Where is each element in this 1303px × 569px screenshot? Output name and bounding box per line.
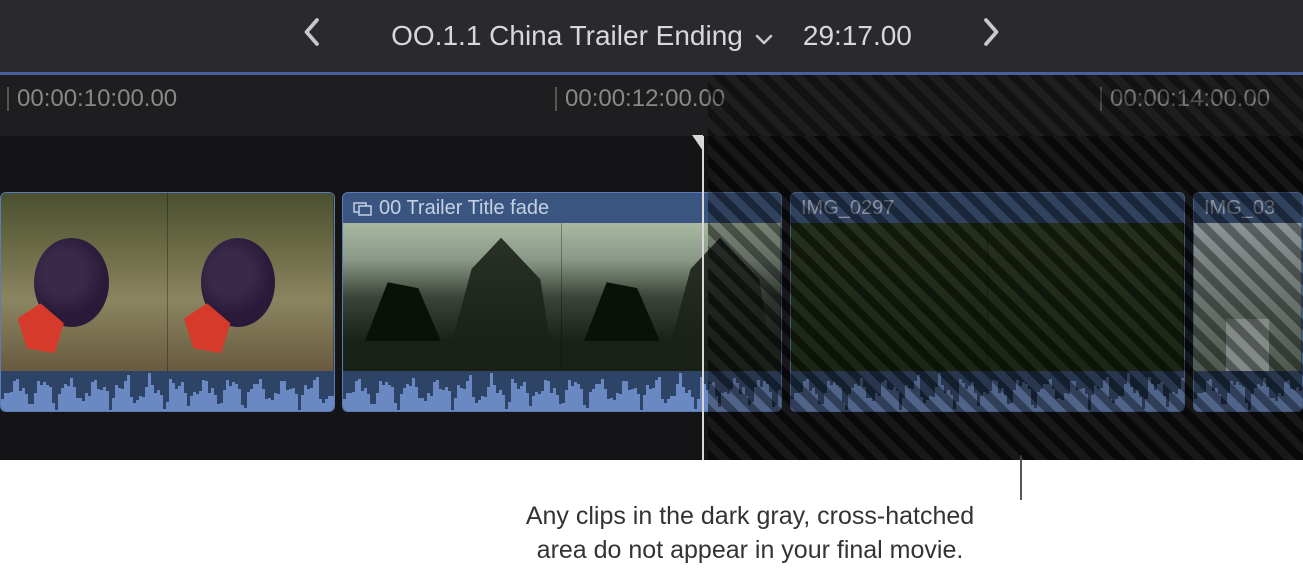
clip-audio-waveform	[1, 371, 334, 412]
timeline-clip[interactable]	[0, 192, 335, 412]
timeline-clip[interactable]: 00 Trailer Title fade	[342, 192, 782, 412]
timeline-header: OO.1.1 China Trailer Ending 29:17.00	[0, 0, 1303, 72]
ruler[interactable]: 00:00:10:00.00 00:00:12:00.00 00:00:14:00.…	[0, 72, 1303, 136]
clip-header: 00 Trailer Title fade	[343, 193, 781, 223]
clip-thumbnail	[791, 223, 988, 371]
ruler-timecode: 00:00:12:00.00	[565, 85, 725, 113]
ruler-timecode: 00:00:14:00.00	[1110, 85, 1270, 113]
clip-thumbnails	[1, 193, 334, 371]
clip-thumbnail	[988, 223, 1185, 371]
playhead-marker-icon	[692, 135, 703, 151]
timeline-clip[interactable]: IMG_03	[1193, 192, 1303, 412]
clip-thumbnail	[562, 223, 781, 371]
clip-audio-waveform	[343, 371, 781, 412]
clip-thumbnail	[168, 193, 335, 371]
chevron-down-icon	[755, 20, 773, 52]
project-title-label: OO.1.1 China Trailer Ending	[391, 20, 743, 52]
clip-audio-waveform	[1194, 371, 1302, 412]
clip-thumbnails	[343, 223, 781, 371]
clip-thumbnails	[1194, 223, 1302, 371]
ruler-tick: 00:00:14:00.00	[1100, 75, 1270, 123]
header-center: OO.1.1 China Trailer Ending 29:17.00	[391, 20, 912, 52]
project-title-dropdown[interactable]: OO.1.1 China Trailer Ending	[391, 20, 773, 52]
clip-name-label: IMG_0297	[801, 197, 894, 220]
clip-header: IMG_0297	[791, 193, 1184, 223]
chevron-left-icon	[302, 17, 320, 47]
compound-clip-icon	[353, 197, 373, 220]
clip-name-label: 00 Trailer Title fade	[379, 197, 549, 220]
ruler-tick: 00:00:10:00.00	[7, 75, 177, 123]
annotation-leader-line	[1020, 455, 1022, 500]
timeline-clip[interactable]: IMG_0297	[790, 192, 1185, 412]
clip-thumbnail	[1, 193, 168, 371]
timeline-editor: OO.1.1 China Trailer Ending 29:17.00 00:…	[0, 0, 1303, 460]
clip-thumbnails	[791, 223, 1184, 371]
next-button[interactable]	[972, 17, 1012, 55]
clip-audio-waveform	[791, 371, 1184, 412]
chevron-right-icon	[983, 17, 1001, 47]
header-timecode: 29:17.00	[803, 20, 912, 52]
clip-name-label: IMG_03	[1204, 197, 1275, 220]
timeline-track-area[interactable]: 00 Trailer Title fade IMG_0297 IMG_03	[0, 136, 1303, 460]
clip-header: IMG_03	[1194, 193, 1302, 223]
prev-button[interactable]	[291, 17, 331, 55]
clip-thumbnail	[1194, 223, 1302, 371]
ruler-tick: 00:00:12:00.00	[555, 75, 725, 123]
clip-thumbnail	[343, 223, 562, 371]
ruler-timecode: 00:00:10:00.00	[17, 85, 177, 113]
annotation-text: Any clips in the dark gray, cross-hatche…	[470, 500, 1030, 568]
